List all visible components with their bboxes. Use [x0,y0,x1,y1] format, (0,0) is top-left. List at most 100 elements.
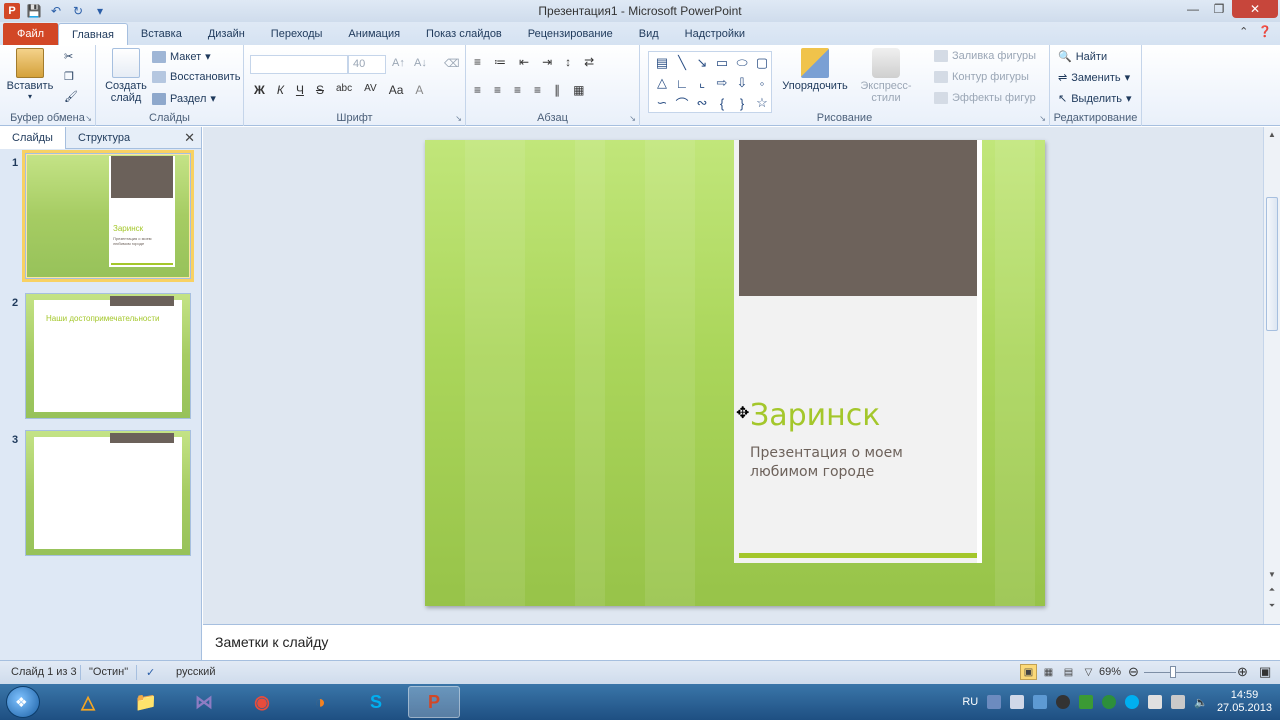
cut-icon[interactable]: ✂ [64,50,73,63]
undo-icon[interactable]: ↶ [48,3,64,19]
tab-animations[interactable]: Анимация [335,23,413,45]
normal-view-icon[interactable]: ▣ [1020,664,1037,680]
slide-thumbnail[interactable]: Наши достопримечательности [25,293,191,419]
decrease-indent-icon[interactable]: ⇤ [519,55,529,69]
slide-thumbnail-row[interactable]: 3 [0,430,200,562]
flag-icon[interactable] [1010,695,1025,709]
firefox-icon[interactable]: ◑ [294,686,346,718]
curve-shape-icon[interactable]: ⌒ [673,94,691,112]
slide-title[interactable]: Заринск [750,398,880,433]
notes-pane[interactable]: Заметки к слайду [203,624,1280,660]
smartart-icon[interactable]: ▦ [573,83,584,97]
underline-button[interactable]: Ч [296,83,304,97]
tab-slide-show[interactable]: Показ слайдов [413,23,515,45]
chrome-icon[interactable]: ◉ [236,686,288,718]
new-slide-button[interactable]: Создать слайд [102,48,150,104]
tab-view[interactable]: Вид [626,23,672,45]
utorrent-icon[interactable] [1102,695,1117,709]
zoom-in-icon[interactable]: ⊕ [1237,664,1248,680]
volume-icon[interactable]: 🔈 [1194,696,1208,709]
close-icon[interactable]: ✕ [1232,0,1278,18]
star-shape-icon[interactable]: ☆ [753,94,771,112]
quick-styles-button[interactable]: Экспресс-стили [848,48,924,104]
start-button[interactable]: ❖ [6,686,40,718]
increase-indent-icon[interactable]: ⇥ [542,55,552,69]
language[interactable]: русский [176,666,215,678]
align-left-icon[interactable]: ≡ [474,83,481,97]
shape-fill-button[interactable]: Заливка фигуры [934,50,1036,62]
zoom-slider[interactable] [1144,672,1236,673]
slide-sorter-icon[interactable]: ▦ [1040,664,1057,680]
tab-file[interactable]: Файл [3,23,59,45]
zoom-slider-knob[interactable] [1170,666,1176,678]
clock[interactable]: 14:59 27.05.2013 [1217,689,1272,715]
minimize-icon[interactable]: — [1180,0,1206,18]
previous-slide-icon[interactable]: ⏶ [1264,583,1280,597]
slide-subtitle[interactable]: Презентация о моем любимом городе [750,444,970,482]
line-spacing-icon[interactable]: ↕ [565,55,571,69]
tab-home[interactable]: Главная [58,23,128,45]
shrink-font-icon[interactable]: A↓ [414,57,427,69]
select-button[interactable]: ↖ Выделить ▾ [1058,92,1132,106]
slide-thumbnail[interactable]: Заринск Презентация о моем любимом город… [22,150,194,282]
avast-icon[interactable]: △ [62,686,114,718]
shape-outline-button[interactable]: Контур фигуры [934,71,1029,83]
theme-name[interactable]: "Остин" [89,666,128,678]
notes-placeholder[interactable]: Заметки к слайду [215,634,328,650]
shapes-gallery[interactable]: ▤ ╲ ↘ ▭ ⬭ ▢ △ ∟ ⌞ ⇨ ⇩ ◦ ∽ ⌒ ∾ { } ☆ [648,51,772,113]
find-button[interactable]: 🔍 Найти [1058,50,1107,64]
section-button[interactable]: Раздел ▾ [152,92,216,105]
italic-button[interactable]: К [277,83,284,97]
minimize-ribbon-icon[interactable]: ⌃ [1239,25,1248,38]
triangle-shape-icon[interactable]: △ [653,74,671,92]
tab-design[interactable]: Дизайн [195,23,258,45]
tab-addins[interactable]: Надстройки [672,23,758,45]
align-right-icon[interactable]: ≡ [514,83,521,97]
powerpoint-app-icon[interactable]: P [4,3,20,19]
network-icon[interactable] [1171,695,1186,709]
slide-thumbnail-row[interactable]: 1 Заринск Презентация о моем любимом гор… [0,150,200,285]
tray-app-icon[interactable] [1056,695,1071,709]
paste-button[interactable]: Вставить ▾ [6,48,54,101]
help-icon[interactable]: ❓ [1258,25,1272,38]
tab-insert[interactable]: Вставка [128,23,195,45]
font-color-button[interactable]: A [415,83,423,97]
text-direction-icon[interactable]: ⇄ [584,55,594,69]
strikethrough-button[interactable]: S [316,83,324,97]
fit-to-window-icon[interactable]: ▣ [1259,664,1271,680]
down-arrow-shape-icon[interactable]: ⇩ [733,74,751,92]
replace-button[interactable]: ⇌ Заменить ▾ [1058,71,1130,85]
skype-icon[interactable]: S [350,686,402,718]
textbox-shape-icon[interactable]: ▤ [653,54,671,72]
monitor-icon[interactable] [1148,695,1163,709]
explorer-icon[interactable]: 📁 [120,686,172,718]
arrow-line-shape-icon[interactable]: ↘ [693,54,711,72]
left-brace-shape-icon[interactable]: { [713,94,731,112]
rectangle-shape-icon[interactable]: ▭ [713,54,731,72]
save-icon[interactable]: 💾 [26,3,42,19]
layout-button[interactable]: Макет ▾ [152,50,211,63]
tab-transitions[interactable]: Переходы [258,23,336,45]
drawing-launcher-icon[interactable]: ↘ [1039,114,1046,123]
font-size-field[interactable]: 40 [348,55,386,74]
skype-tray-icon[interactable] [1125,695,1140,709]
reading-view-icon[interactable]: ▤ [1060,664,1077,680]
numbering-icon[interactable]: ≔ [494,55,506,69]
right-arrow-shape-icon[interactable]: ⇨ [713,74,731,92]
scroll-thumb[interactable] [1266,197,1278,331]
clear-format-icon[interactable]: ⌫ [444,57,460,70]
download-icon[interactable] [1033,695,1048,709]
close-panel-icon[interactable]: ✕ [184,130,195,146]
picture-placeholder[interactable] [739,140,977,296]
reset-button[interactable]: Восстановить [152,71,240,83]
tab-slides[interactable]: Слайды [0,126,66,149]
grow-font-icon[interactable]: A↑ [392,57,405,69]
shape-effects-button[interactable]: Эффекты фигур [934,92,1036,104]
right-brace-shape-icon[interactable]: } [733,94,751,112]
case-button[interactable]: Aa [389,83,404,97]
justify-icon[interactable]: ≡ [534,83,541,97]
slide-thumbnail-row[interactable]: 2 Наши достопримечательности [0,293,200,425]
spacing-button[interactable]: AV [364,83,377,97]
connector-shape-icon[interactable]: ∟ [673,74,691,92]
oval-shape-icon[interactable]: ⬭ [733,54,751,72]
